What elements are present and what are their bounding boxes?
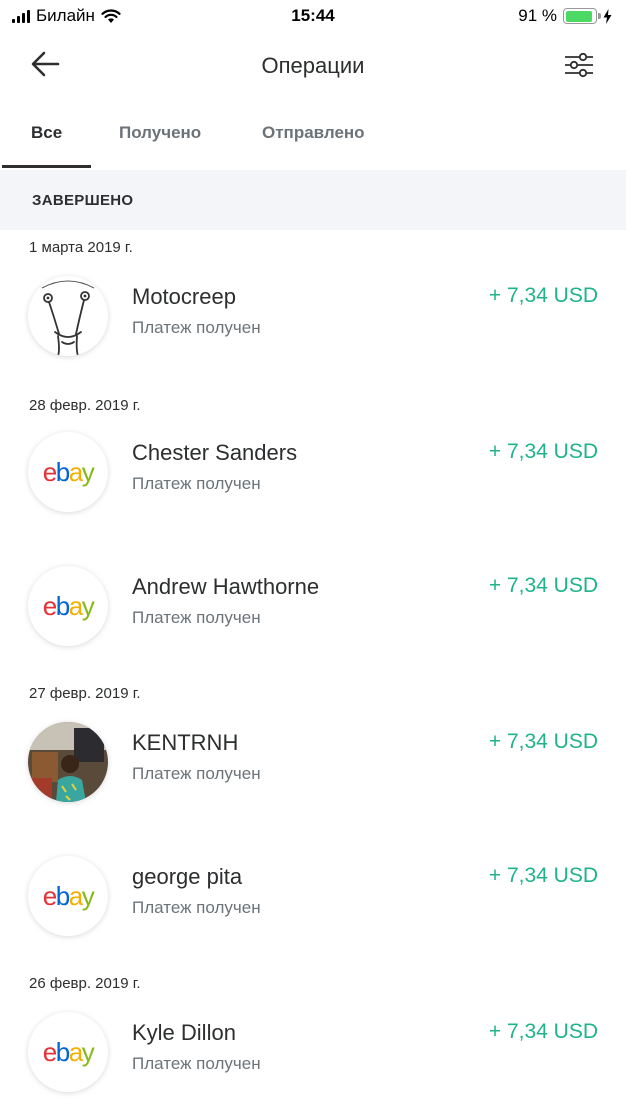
status-right: 91 % [518, 6, 612, 26]
date-label: 26 февр. 2019 г. [29, 975, 141, 992]
payment-status: Платеж получен [132, 608, 261, 627]
payment-amount: + 7,34 USD [488, 440, 598, 463]
ebay-logo-text: ebay [42, 591, 95, 621]
payment-amount: + 7,34 USD [488, 284, 598, 307]
battery-percent: 91 % [518, 6, 557, 25]
payment-status: Платеж получен [132, 1054, 261, 1073]
section-title: ЗАВЕРШЕНО [32, 192, 134, 209]
tab-received[interactable]: Получено [119, 123, 201, 143]
transaction-row[interactable]: KENTRNH Платеж получен + 7,34 USD [0, 722, 626, 802]
tab-sent[interactable]: Отправлено [262, 123, 365, 143]
payer-name: KENTRNH [132, 730, 239, 755]
payer-name: Andrew Hawthorne [132, 574, 320, 599]
battery-icon [563, 8, 601, 24]
section-header: ЗАВЕРШЕНО [0, 170, 626, 230]
payment-status: Платеж получен [132, 898, 261, 917]
photo-avatar-image [28, 722, 108, 802]
payment-status: Платеж получен [132, 474, 261, 493]
date-label: 27 февр. 2019 г. [29, 685, 141, 702]
sliders-icon [565, 52, 593, 78]
date-label: 28 февр. 2019 г. [29, 397, 141, 414]
payment-amount: + 7,34 USD [488, 864, 598, 887]
payer-name: george pita [132, 864, 243, 889]
charging-icon [603, 8, 612, 24]
transaction-row[interactable]: ebay Kyle Dillon Платеж получен + 7,34 U… [0, 1012, 626, 1092]
active-tab-indicator [2, 165, 91, 168]
app-header: Операции [0, 34, 626, 98]
doodle-avatar [28, 276, 108, 356]
arrow-left-icon [31, 51, 60, 77]
page-title: Операции [261, 53, 365, 78]
ebay-logo: ebay [28, 432, 108, 512]
ebay-logo-text: ebay [42, 457, 95, 487]
transaction-row[interactable]: ebay Chester Sanders Платеж получен + 7,… [0, 432, 626, 512]
payer-name: Kyle Dillon [132, 1020, 236, 1045]
payment-amount: + 7,34 USD [488, 1020, 598, 1043]
date-label: 1 марта 2019 г. [29, 239, 133, 256]
filter-button[interactable] [562, 48, 596, 82]
doodle-avatar-image [41, 280, 95, 356]
payment-status: Платеж получен [132, 318, 261, 337]
transaction-row[interactable]: Motocreep Платеж получен + 7,34 USD [0, 276, 626, 356]
payment-amount: + 7,34 USD [488, 574, 598, 597]
tab-bar: Все Получено Отправлено [0, 98, 626, 170]
tab-all[interactable]: Все [31, 123, 62, 143]
ebay-logo-text: ebay [42, 881, 95, 911]
transaction-row[interactable]: ebay george pita Платеж получен + 7,34 U… [0, 856, 626, 936]
ebay-logo-text: ebay [42, 1037, 95, 1067]
transaction-row[interactable]: ebay Andrew Hawthorne Платеж получен + 7… [0, 566, 626, 646]
payment-amount: + 7,34 USD [488, 730, 598, 753]
ebay-logo: ebay [28, 566, 108, 646]
back-button[interactable] [24, 48, 68, 80]
payer-name: Motocreep [132, 284, 236, 309]
status-bar: Билайн 15:44 91 % [0, 0, 626, 34]
ebay-logo: ebay [28, 1012, 108, 1092]
photo-avatar [28, 722, 108, 802]
payer-name: Chester Sanders [132, 440, 298, 465]
payment-status: Платеж получен [132, 764, 261, 783]
ebay-logo: ebay [28, 856, 108, 936]
